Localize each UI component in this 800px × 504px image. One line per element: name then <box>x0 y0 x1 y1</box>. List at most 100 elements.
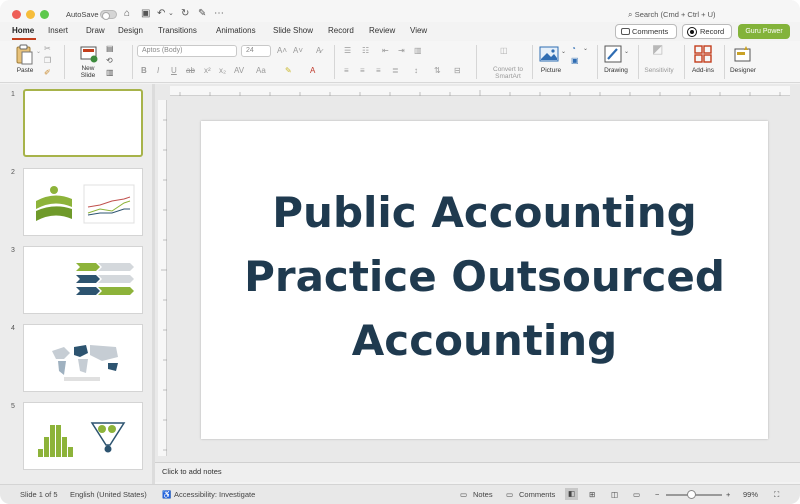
align-text-icon[interactable]: ⊟ <box>454 66 461 76</box>
close-window-button[interactable] <box>12 10 21 19</box>
justify-icon[interactable]: ≣ <box>392 66 399 76</box>
cut-icon[interactable]: ✂ <box>44 44 51 54</box>
picture-dropdown-icon[interactable]: ⌄ <box>561 47 566 57</box>
change-case-icon[interactable]: Aa <box>256 66 266 76</box>
numbering-icon[interactable]: ☷ <box>362 46 369 56</box>
slide-sorter-icon[interactable]: ⊞ <box>589 490 595 499</box>
record-button[interactable]: Record <box>682 24 732 39</box>
addins-label: Add-ins <box>691 67 715 74</box>
slide-show-icon[interactable]: ▭ <box>633 490 640 499</box>
tab-design[interactable]: Design <box>118 26 143 35</box>
undo-icon[interactable]: ↶ <box>157 8 165 20</box>
autosave-toggle[interactable] <box>100 10 117 20</box>
increase-font-icon[interactable]: A˄ <box>277 46 287 56</box>
tab-review[interactable]: Review <box>369 26 395 35</box>
strikethrough-icon[interactable]: ab <box>186 66 195 76</box>
font-size-field[interactable]: 24 <box>241 45 271 57</box>
comment-icon <box>621 28 630 35</box>
notes-pane[interactable]: Click to add notes <box>155 462 800 482</box>
bold-icon[interactable]: B <box>141 66 147 76</box>
save-icon[interactable]: ▣ <box>141 8 150 20</box>
reading-view-icon[interactable]: ◫ <box>611 490 618 499</box>
bullets-icon[interactable]: ☰ <box>344 46 351 56</box>
align-center-icon[interactable]: ≡ <box>360 66 365 76</box>
decrease-font-icon[interactable]: A˅ <box>293 46 303 56</box>
addins-icon[interactable] <box>694 45 712 63</box>
sensitivity-icon[interactable]: ◩ <box>652 43 663 55</box>
font-color-icon[interactable]: A <box>310 66 315 76</box>
tab-transitions[interactable]: Transitions <box>158 26 197 35</box>
tab-insert[interactable]: Insert <box>48 26 68 35</box>
decrease-indent-icon[interactable]: ⇤ <box>382 46 389 56</box>
zoom-in-icon[interactable]: + <box>726 490 730 499</box>
tab-slide-show[interactable]: Slide Show <box>273 26 313 35</box>
zoom-level[interactable]: 99% <box>743 490 758 499</box>
columns-icon[interactable]: ▥ <box>414 46 422 56</box>
guru-power-button[interactable]: Guru Power <box>738 24 790 39</box>
zoom-out-icon[interactable]: − <box>655 490 659 499</box>
accessibility-status[interactable]: Accessibility: Investigate <box>174 490 255 499</box>
search-box[interactable]: ⌕ Search (Cmd + Ctrl + U) <box>628 10 716 20</box>
character-spacing-icon[interactable]: AV <box>234 66 244 76</box>
language-status[interactable]: English (United States) <box>70 490 147 499</box>
slide-4-preview <box>52 345 118 381</box>
drawing-icon[interactable] <box>604 45 622 63</box>
undo-dropdown-icon[interactable]: ⌄ <box>168 8 174 20</box>
smartart-icon[interactable]: ◫ <box>500 46 508 56</box>
slide-title[interactable]: Public Accounting Practice Outsourced Ac… <box>201 181 768 373</box>
normal-view-icon[interactable]: ◧ <box>565 488 579 500</box>
tab-view[interactable]: View <box>410 26 427 35</box>
home-icon[interactable]: ⌂ <box>124 8 130 20</box>
paste-label: Paste <box>16 67 34 74</box>
tab-record[interactable]: Record <box>328 26 354 35</box>
drawing-dropdown-icon[interactable]: ⌄ <box>624 47 629 57</box>
notes-icon[interactable]: ▭ <box>460 490 467 499</box>
slide-thumbnail-2[interactable] <box>23 168 143 236</box>
comments-status-label[interactable]: Comments <box>519 490 555 499</box>
comments-status-icon[interactable]: ▭ <box>506 490 513 499</box>
paste-icon[interactable] <box>14 44 34 66</box>
fit-to-window-icon[interactable]: ⛶ <box>774 490 779 500</box>
more-options-icon[interactable]: ⋯ <box>214 8 224 20</box>
font-name-field[interactable]: Aptos (Body) <box>137 45 237 57</box>
section-icon[interactable]: ▥ <box>106 68 114 78</box>
line-spacing-icon[interactable]: ↕ <box>414 66 418 76</box>
align-right-icon[interactable]: ≡ <box>376 66 381 76</box>
picture-icon[interactable] <box>539 46 559 62</box>
copy-icon[interactable]: ❐ <box>44 56 51 66</box>
reset-icon[interactable]: ⟲ <box>106 56 113 66</box>
slide-thumbnail-4[interactable] <box>23 324 143 392</box>
current-slide[interactable]: Public Accounting Practice Outsourced Ac… <box>201 121 768 439</box>
format-painter-icon[interactable]: ✐ <box>44 68 51 78</box>
notes-button-label[interactable]: Notes <box>473 490 493 499</box>
increase-indent-icon[interactable]: ⇥ <box>398 46 405 56</box>
tab-draw[interactable]: Draw <box>86 26 105 35</box>
italic-icon[interactable]: I <box>157 66 159 76</box>
shapes-icon[interactable]: ◔ <box>571 44 576 54</box>
align-left-icon[interactable]: ≡ <box>344 66 349 76</box>
layout-icon[interactable]: ▤ <box>106 44 114 54</box>
format-painter-quick-icon[interactable]: ✎ <box>198 8 206 20</box>
clear-formatting-icon[interactable]: A̷ <box>316 46 321 56</box>
underline-icon[interactable]: U <box>171 66 177 76</box>
highlight-icon[interactable]: ✎ <box>285 66 292 76</box>
tab-animations[interactable]: Animations <box>216 26 256 35</box>
record-button-label: Record <box>700 27 725 36</box>
slide-thumbnail-3[interactable] <box>23 246 143 314</box>
shapes-dropdown-icon[interactable]: ⌄ <box>583 44 588 54</box>
text-direction-icon[interactable]: ⇅ <box>434 66 441 76</box>
new-slide-icon[interactable] <box>80 45 98 63</box>
textbox-icon[interactable]: ▣ <box>571 56 579 66</box>
redo-icon[interactable]: ↻ <box>181 8 189 20</box>
comments-button[interactable]: Comments <box>615 24 677 39</box>
paste-dropdown-icon[interactable]: ⌄ <box>36 47 41 57</box>
slide-thumbnail-1[interactable] <box>23 89 143 157</box>
minimize-window-button[interactable] <box>26 10 35 19</box>
subscript-icon[interactable]: x₂ <box>219 66 226 76</box>
designer-icon[interactable] <box>734 45 752 63</box>
tab-home[interactable]: Home <box>12 26 34 35</box>
zoom-slider-handle[interactable] <box>687 490 696 499</box>
zoom-window-button[interactable] <box>40 10 49 19</box>
superscript-icon[interactable]: x² <box>204 66 211 76</box>
slide-thumbnail-5[interactable] <box>23 402 143 470</box>
